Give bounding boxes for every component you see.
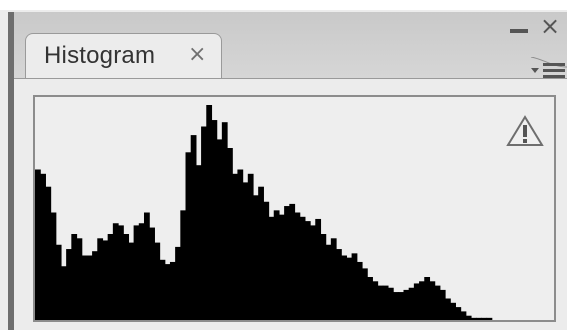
histogram-bar	[216, 139, 223, 320]
histogram-bar	[356, 261, 363, 320]
histogram-bar	[460, 311, 467, 320]
tab-histogram[interactable]: Histogram ×	[25, 33, 222, 79]
histogram-bar	[476, 317, 482, 320]
histogram-bar	[159, 259, 166, 320]
histogram-bar	[60, 266, 67, 320]
histogram-bar	[486, 317, 493, 320]
histogram-bar	[273, 210, 280, 320]
histogram-bar	[123, 234, 130, 320]
histogram-bar	[55, 244, 62, 320]
histogram-bar	[387, 287, 394, 320]
histogram-bar	[470, 317, 477, 320]
histogram-bar	[232, 173, 239, 320]
histogram-bar	[336, 249, 342, 320]
histogram-bar	[398, 292, 405, 320]
histogram-bar	[40, 173, 46, 320]
histogram-bar	[180, 210, 187, 320]
histogram-bar	[118, 225, 124, 320]
histogram-bar	[97, 238, 104, 320]
histogram-bar	[424, 277, 431, 320]
panel-menu-icon[interactable]	[529, 57, 567, 79]
histogram-bar	[315, 218, 322, 320]
histogram-bar	[320, 234, 327, 320]
histogram-bar	[372, 281, 379, 320]
histogram-bar	[278, 214, 285, 320]
histogram-bar	[66, 249, 72, 320]
histogram-bar	[169, 261, 176, 320]
histogram-bar	[195, 165, 202, 320]
histogram-bar	[351, 253, 358, 320]
histogram-bar	[361, 268, 368, 320]
histogram-bar	[190, 135, 197, 320]
histogram-bar	[107, 234, 114, 320]
histogram-bar	[419, 281, 425, 320]
histogram-bar	[450, 302, 456, 320]
histogram-bar	[76, 238, 83, 320]
histogram-bar	[206, 105, 213, 320]
histogram-bar	[382, 285, 389, 320]
histogram-bar	[445, 298, 451, 320]
histogram-bar	[310, 225, 316, 320]
histogram-bar	[455, 307, 462, 320]
histogram-bar	[71, 234, 78, 320]
histogram-bar	[247, 173, 254, 320]
histogram-bar	[112, 223, 119, 320]
histogram-bar	[154, 242, 161, 320]
histogram-bar	[92, 251, 98, 320]
histogram-bar	[50, 212, 57, 320]
warning-icon[interactable]	[506, 114, 544, 148]
histogram-bar	[227, 148, 233, 320]
histogram-bar	[252, 195, 259, 320]
histogram-bar	[201, 126, 207, 320]
histogram-bar	[35, 169, 41, 320]
histogram-bar	[164, 264, 171, 320]
histogram-bar	[45, 186, 52, 320]
histogram-bar	[185, 152, 192, 320]
histogram-bar	[299, 216, 306, 320]
close-icon[interactable]: ×	[540, 12, 560, 40]
histogram-bar	[393, 292, 399, 320]
histogram-bar	[304, 221, 311, 320]
histogram-bar	[403, 289, 410, 320]
histogram-bar	[258, 186, 264, 320]
histogram-bar	[325, 244, 332, 320]
histogram-bar	[377, 285, 384, 320]
histogram-bar	[439, 289, 446, 320]
histogram-panel-window: Histogram × ×	[0, 0, 567, 330]
tab-close-icon[interactable]: ×	[188, 42, 206, 68]
histogram-bar	[289, 203, 296, 320]
minimize-icon[interactable]	[510, 29, 528, 33]
histogram-bar	[346, 257, 353, 320]
histogram-bar	[221, 122, 228, 320]
histogram-bar	[149, 227, 155, 320]
histogram-bar	[413, 283, 420, 320]
histogram-bar	[263, 201, 270, 320]
histogram-bar	[242, 182, 249, 320]
histogram-bar	[367, 277, 373, 320]
histogram-bar	[102, 240, 109, 320]
histogram-bar	[175, 246, 181, 320]
histogram-bar	[465, 315, 472, 320]
histogram-bar	[138, 223, 145, 320]
histogram-bar	[408, 287, 415, 320]
histogram-bar	[294, 212, 301, 320]
histogram-bar	[86, 255, 93, 320]
histogram-bar	[81, 255, 88, 320]
histogram-bar	[268, 216, 275, 320]
histogram-bar	[128, 242, 135, 320]
tab-histogram-label: Histogram	[44, 42, 156, 69]
histogram-bar	[481, 317, 488, 320]
histogram-bar	[341, 255, 347, 320]
histogram-bar	[143, 212, 150, 320]
histogram-bar	[284, 206, 290, 320]
histogram-chart	[35, 105, 493, 320]
histogram-bar	[429, 281, 436, 320]
histogram-bar	[237, 169, 244, 320]
histogram-bar	[133, 225, 140, 320]
histogram-bar	[211, 120, 218, 320]
histogram-bar	[434, 285, 441, 320]
histogram-bar	[330, 238, 337, 320]
